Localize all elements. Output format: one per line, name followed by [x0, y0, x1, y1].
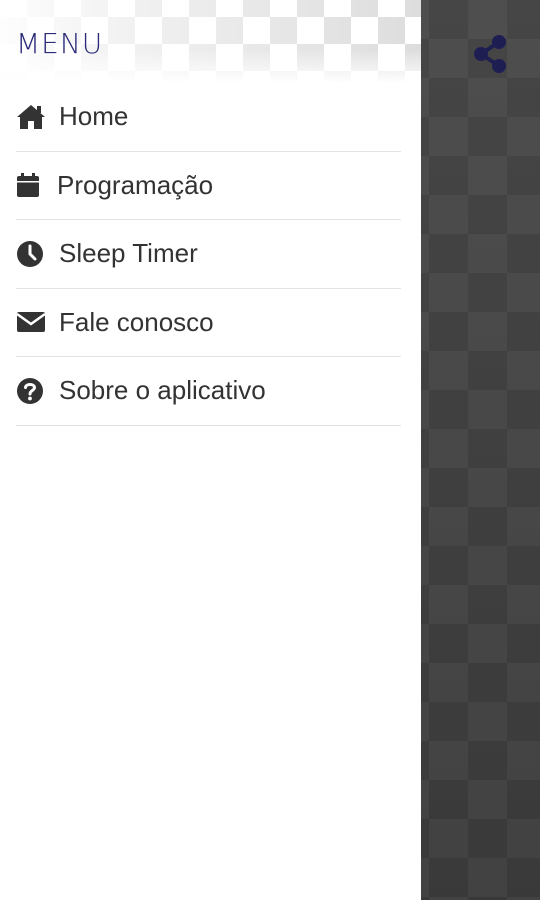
menu-item-label: Fale conosco [59, 306, 214, 337]
question-circle-icon [16, 377, 46, 405]
calendar-icon [16, 171, 42, 199]
menu-item-label: Home [59, 101, 129, 132]
menu-title: MENU [16, 27, 104, 60]
menu-item-home[interactable]: Home [16, 83, 401, 152]
clock-icon [16, 240, 46, 268]
menu-list: Home Programação Sleep Timer Fale conosc… [0, 83, 421, 426]
share-icon [474, 35, 506, 73]
share-button[interactable] [468, 30, 512, 78]
drawer-header: MENU [0, 0, 421, 83]
menu-item-fale-conosco[interactable]: Fale conosco [16, 289, 401, 357]
app-screen: MENU Home Programação Sleep Timer Fale c… [0, 0, 540, 900]
menu-item-label: Sobre o aplicativo [59, 375, 266, 406]
navigation-drawer: MENU Home Programação Sleep Timer Fale c… [0, 0, 421, 900]
menu-item-programacao[interactable]: Programação [16, 152, 401, 220]
home-icon [16, 103, 46, 131]
menu-item-label: Programação [57, 169, 214, 200]
menu-item-label: Sleep Timer [59, 238, 198, 269]
menu-item-sleep-timer[interactable]: Sleep Timer [16, 220, 401, 289]
menu-item-sobre[interactable]: Sobre o aplicativo [16, 357, 401, 426]
envelope-icon [16, 308, 46, 336]
